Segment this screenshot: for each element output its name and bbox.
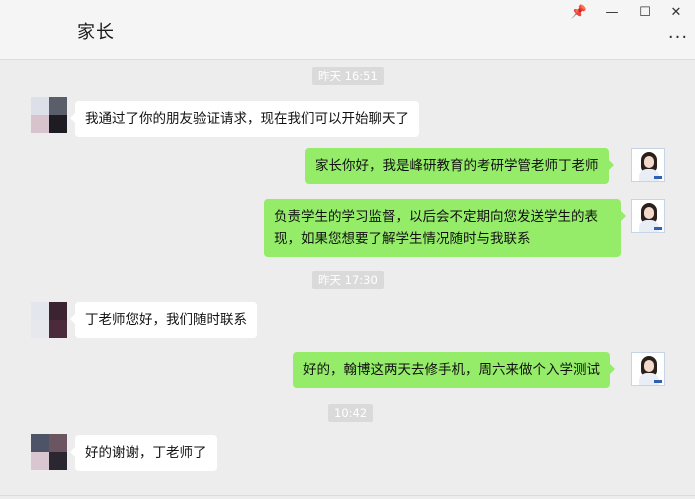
chat-title: 家长 (77, 22, 115, 43)
message-bubble-sent[interactable]: 家长你好，我是峰研教育的考研学管老师丁老师 (305, 148, 613, 184)
teacher-avatar[interactable] (631, 199, 665, 233)
timestamp: 昨天 16:51 (312, 67, 384, 85)
maximize-icon[interactable]: ☐ (633, 3, 657, 21)
contact-avatar[interactable] (31, 97, 67, 133)
teacher-avatar[interactable] (631, 148, 665, 182)
contact-avatar[interactable] (31, 302, 67, 338)
close-icon[interactable]: ✕ (664, 3, 688, 21)
message-line: 负责学生的学习监督，以后会不定期向您发送学生的表 (274, 209, 598, 225)
teacher-avatar[interactable] (631, 352, 665, 386)
contact-avatar[interactable] (31, 434, 67, 470)
message-line: 现，如果您想要了解学生情况随时与我联系 (274, 231, 531, 247)
more-options-icon[interactable]: ··· (665, 29, 691, 47)
chat-header: 家长 📌 — ☐ ✕ ··· (0, 0, 695, 60)
minimize-icon[interactable]: — (600, 3, 624, 21)
message-bubble-received[interactable]: 好的谢谢，丁老师了 (70, 435, 217, 471)
message-bubble-sent[interactable]: 好的，翰博这两天去修手机，周六来做个入学测试 (293, 352, 615, 388)
message-bubble-received[interactable]: 丁老师您好，我们随时联系 (70, 302, 257, 338)
timestamp: 10:42 (328, 404, 374, 422)
timestamp: 昨天 17:30 (312, 271, 384, 289)
pin-icon[interactable]: 📌 (567, 3, 591, 21)
divider (0, 495, 695, 496)
message-bubble-sent[interactable]: 负责学生的学习监督，以后会不定期向您发送学生的表 现，如果您想要了解学生情况随时… (264, 199, 626, 257)
message-bubble-received[interactable]: 我通过了你的朋友验证请求，现在我们可以开始聊天了 (70, 101, 419, 137)
